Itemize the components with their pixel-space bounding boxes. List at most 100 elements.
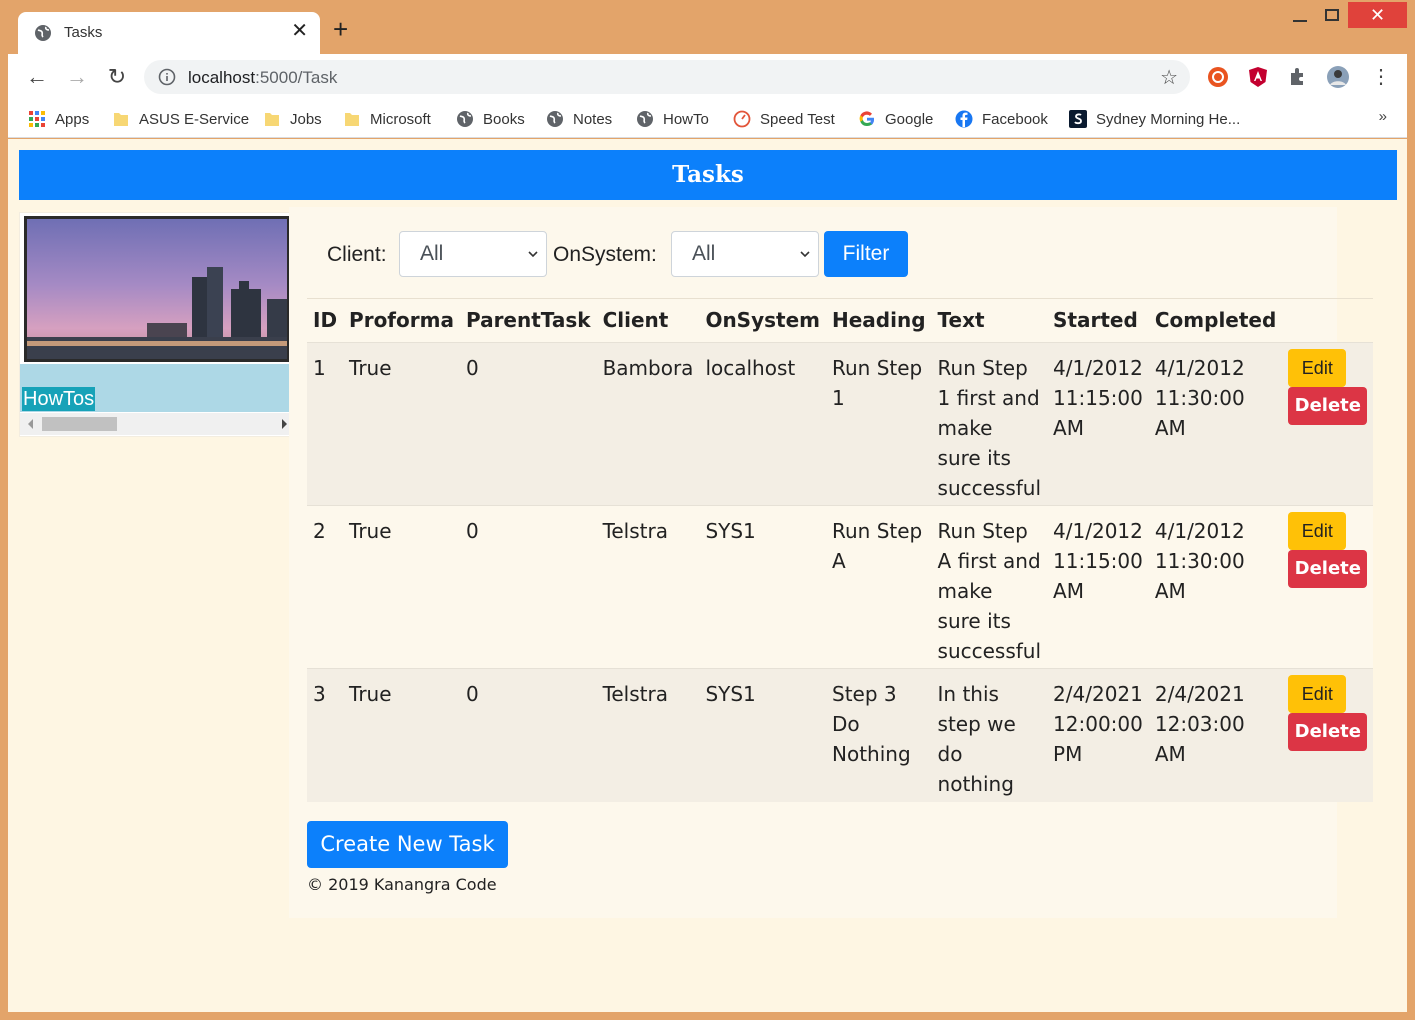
bookmark-star-icon[interactable]: ☆ bbox=[1160, 65, 1178, 90]
bookmark-label: Apps bbox=[55, 110, 90, 128]
speedometer-icon bbox=[733, 110, 751, 128]
cell-onsystem: SYS1 bbox=[699, 505, 826, 669]
table-row: 3 True 0 Telstra SYS1 Step 3 Do Nothing … bbox=[307, 668, 1374, 802]
cell-client: Telstra bbox=[596, 668, 700, 802]
cell-actions: Edit Delete bbox=[1282, 505, 1374, 669]
tasks-table: ID Proforma ParentTask Client OnSystem H… bbox=[307, 298, 1374, 802]
onsystem-select[interactable]: All bbox=[671, 231, 819, 277]
bookmark-label: Speed Test bbox=[760, 110, 835, 128]
cell-client: Bambora bbox=[596, 342, 700, 506]
column-header-actions bbox=[1282, 298, 1374, 343]
delete-button[interactable]: Delete bbox=[1288, 550, 1368, 588]
cell-id: 3 bbox=[307, 668, 344, 802]
folder-icon bbox=[114, 113, 128, 126]
bookmark-asus-e-service[interactable]: ASUS E-Service bbox=[112, 108, 249, 130]
back-arrow-icon[interactable]: ← bbox=[24, 64, 50, 90]
page-viewport: Tasks HowTos Client: All OnSystem: All F… bbox=[8, 139, 1407, 1012]
bookmark-label: Microsoft bbox=[370, 110, 431, 128]
facebook-icon bbox=[955, 110, 973, 128]
maximize-window-button[interactable] bbox=[1312, 2, 1352, 28]
cell-onsystem: SYS1 bbox=[699, 668, 826, 802]
scroll-right-icon[interactable] bbox=[282, 419, 287, 429]
cell-completed: 4/1/2012 11:30:00 AM bbox=[1148, 342, 1283, 506]
edit-button[interactable]: Edit bbox=[1288, 512, 1347, 550]
table-row: 1 True 0 Bambora localhost Run Step 1 Ru… bbox=[307, 342, 1374, 506]
howtos-link[interactable]: HowTos bbox=[22, 387, 96, 411]
page-title: Tasks bbox=[19, 150, 1397, 200]
cell-onsystem: localhost bbox=[699, 342, 826, 506]
profile-avatar[interactable] bbox=[1326, 65, 1350, 89]
filter-button[interactable]: Filter bbox=[824, 231, 908, 277]
google-icon bbox=[859, 111, 875, 127]
close-window-button[interactable]: ✕ bbox=[1348, 2, 1407, 28]
angular-extension-icon[interactable] bbox=[1246, 65, 1270, 89]
cell-actions: Edit Delete bbox=[1282, 668, 1374, 802]
cell-parenttask: 0 bbox=[459, 668, 597, 802]
address-bar[interactable]: localhost:5000/Task ☆ bbox=[144, 60, 1190, 94]
bookmark-howto[interactable]: HowTo bbox=[636, 108, 709, 130]
howtos-side-panel: HowTos bbox=[19, 212, 290, 437]
tab-close-icon[interactable]: ✕ bbox=[291, 21, 308, 41]
cell-id: 1 bbox=[307, 342, 344, 506]
scroll-left-icon[interactable] bbox=[28, 419, 33, 429]
cell-id: 2 bbox=[307, 505, 344, 669]
bookmark-google[interactable]: Google bbox=[858, 108, 933, 130]
column-header-proforma: Proforma bbox=[343, 298, 460, 343]
client-select[interactable]: All bbox=[399, 231, 547, 277]
bookmark-books[interactable]: Books bbox=[456, 108, 525, 130]
client-select-value: All bbox=[420, 242, 444, 265]
more-bookmarks-icon[interactable]: » bbox=[1379, 108, 1387, 125]
bookmark-notes[interactable]: Notes bbox=[546, 108, 612, 130]
footer-copyright: © 2019 Kanangra Code bbox=[307, 875, 497, 894]
bookmark-jobs[interactable]: Jobs bbox=[263, 108, 322, 130]
globe-icon bbox=[547, 111, 563, 127]
create-new-task-button[interactable]: Create New Task bbox=[307, 821, 508, 868]
bookmark-apps[interactable]: Apps bbox=[28, 108, 89, 130]
bookmark-microsoft[interactable]: Microsoft bbox=[343, 108, 431, 130]
cell-proforma: True bbox=[343, 342, 460, 506]
tab-strip: Tasks ✕ + ✕ bbox=[0, 0, 1415, 54]
client-filter-label: Client: bbox=[327, 243, 387, 266]
bookmark-facebook[interactable]: Facebook bbox=[955, 108, 1048, 130]
cell-heading: Run Step 1 bbox=[826, 342, 932, 506]
column-header-started: Started bbox=[1047, 298, 1149, 343]
column-header-heading: Heading bbox=[826, 298, 932, 343]
bookmark-sydney-morning-herald[interactable]: Sydney Morning He... bbox=[1069, 108, 1240, 130]
cell-heading: Run Step A bbox=[826, 505, 932, 669]
bookmark-label: Notes bbox=[573, 110, 613, 128]
scrollbar-thumb[interactable] bbox=[42, 417, 117, 431]
edit-button[interactable]: Edit bbox=[1288, 675, 1347, 713]
forward-arrow-icon[interactable]: → bbox=[64, 64, 90, 90]
new-tab-icon[interactable]: + bbox=[333, 16, 348, 42]
chevron-down-icon bbox=[800, 251, 810, 258]
cell-started: 2/4/2021 12:00:00 PM bbox=[1047, 668, 1149, 802]
side-panel-scrollbar[interactable] bbox=[20, 413, 289, 435]
url-host: localhost bbox=[188, 68, 256, 87]
cell-completed: 4/1/2012 11:30:00 AM bbox=[1148, 505, 1283, 669]
browser-tab-active[interactable]: Tasks ✕ bbox=[18, 12, 320, 54]
city-skyline-image bbox=[24, 216, 290, 362]
cell-started: 4/1/2012 11:15:00 AM bbox=[1047, 342, 1149, 506]
cell-parenttask: 0 bbox=[459, 505, 597, 669]
smh-icon bbox=[1069, 110, 1087, 128]
bookmark-label: Google bbox=[885, 110, 934, 128]
url-text[interactable]: localhost:5000/Task bbox=[188, 68, 337, 88]
browser-menu-icon[interactable]: ⋮ bbox=[1368, 64, 1394, 90]
globe-icon bbox=[637, 111, 653, 127]
site-info-icon[interactable] bbox=[158, 68, 176, 86]
chevron-down-icon bbox=[528, 251, 538, 258]
cell-parenttask: 0 bbox=[459, 342, 597, 506]
column-header-completed: Completed bbox=[1148, 298, 1283, 343]
apps-grid-icon bbox=[29, 111, 45, 127]
bookmark-label: HowTo bbox=[663, 110, 709, 128]
extensions-puzzle-icon[interactable] bbox=[1286, 65, 1310, 89]
browser-toolbar: ← → ↻ localhost:5000/Task ☆ ⋮ bbox=[8, 54, 1407, 100]
reload-icon[interactable]: ↻ bbox=[104, 64, 130, 90]
delete-button[interactable]: Delete bbox=[1288, 713, 1368, 751]
ubuntu-extension-icon[interactable] bbox=[1206, 65, 1230, 89]
column-header-onsystem: OnSystem bbox=[699, 298, 826, 343]
bookmark-speed-test[interactable]: Speed Test bbox=[733, 108, 835, 130]
delete-button[interactable]: Delete bbox=[1288, 387, 1368, 425]
edit-button[interactable]: Edit bbox=[1288, 349, 1347, 387]
tasks-main-panel: Client: All OnSystem: All Filter ID Prof… bbox=[289, 207, 1374, 918]
